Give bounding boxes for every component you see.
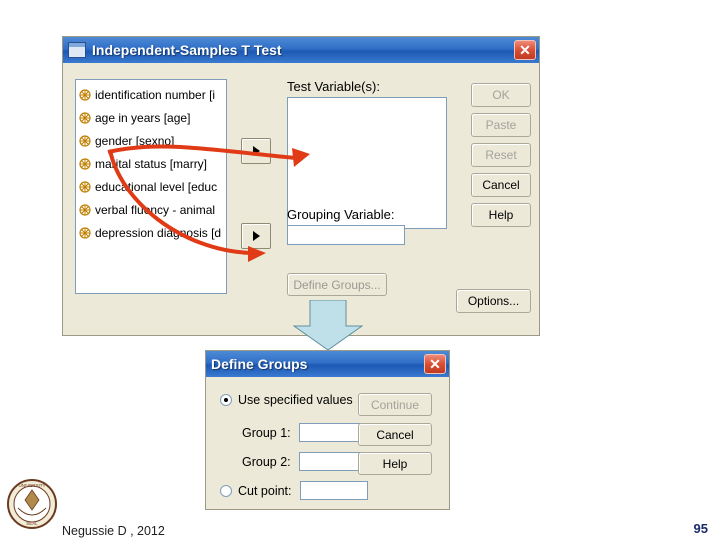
define-groups-titlebar[interactable]: Define Groups ✕ bbox=[206, 351, 449, 377]
scale-variable-icon bbox=[78, 88, 92, 102]
main-dialog-title: Independent-Samples T Test bbox=[92, 42, 282, 58]
list-item-label: depression diagnosis [d bbox=[95, 225, 222, 240]
spss-window-icon bbox=[68, 42, 86, 58]
reset-button[interactable]: Reset bbox=[471, 143, 531, 167]
move-to-test-variables-button[interactable] bbox=[241, 138, 271, 164]
downward-connector-arrow bbox=[292, 300, 364, 351]
scale-variable-icon bbox=[78, 226, 92, 240]
scale-variable-icon bbox=[78, 157, 92, 171]
footer-author: Negussie D , 2012 bbox=[62, 524, 165, 538]
radio-icon bbox=[220, 394, 232, 406]
group2-input[interactable] bbox=[298, 452, 367, 471]
define-groups-button[interactable]: Define Groups... bbox=[287, 273, 387, 296]
list-item[interactable]: verbal fluency - animal bbox=[78, 198, 226, 221]
continue-button[interactable]: Continue bbox=[358, 393, 432, 416]
help-button[interactable]: Help bbox=[358, 452, 432, 475]
cut-point-radio[interactable]: Cut point: bbox=[220, 481, 368, 500]
list-item-label: age in years [age] bbox=[95, 110, 191, 125]
group1-input[interactable] bbox=[298, 423, 367, 442]
university-logo: UNIVERSITY SEAL bbox=[7, 479, 57, 529]
source-variable-list[interactable]: identification number [i age in years [a… bbox=[75, 79, 227, 294]
list-item[interactable]: depression diagnosis [d bbox=[78, 221, 226, 244]
arrow-right-icon bbox=[252, 146, 260, 156]
list-item[interactable]: marital status [marry] bbox=[78, 152, 226, 175]
scale-variable-icon bbox=[78, 111, 92, 125]
paste-button[interactable]: Paste bbox=[471, 113, 531, 137]
list-item[interactable]: age in years [age] bbox=[78, 106, 226, 129]
grouping-variable-label: Grouping Variable: bbox=[287, 207, 395, 222]
svg-text:SEAL: SEAL bbox=[26, 521, 38, 526]
options-button[interactable]: Options... bbox=[456, 289, 531, 313]
list-item[interactable]: educational level [educ bbox=[78, 175, 226, 198]
list-item-label: identification number [i bbox=[95, 87, 216, 102]
list-item-label: verbal fluency - animal bbox=[95, 202, 216, 217]
arrow-right-icon bbox=[252, 231, 260, 241]
radio-icon bbox=[220, 484, 232, 497]
scale-variable-icon bbox=[78, 134, 92, 148]
move-to-grouping-variable-button[interactable] bbox=[241, 223, 271, 249]
cut-point-input[interactable] bbox=[299, 481, 368, 500]
list-item-label: marital status [marry] bbox=[95, 156, 208, 171]
page-number: 95 bbox=[693, 521, 708, 536]
list-item-label: educational level [educ bbox=[95, 179, 218, 194]
scale-variable-icon bbox=[78, 203, 92, 217]
group2-label: Group 2: bbox=[242, 454, 291, 469]
test-variables-label: Test Variable(s): bbox=[287, 79, 380, 94]
scale-variable-icon bbox=[78, 180, 92, 194]
define-groups-dialog: Define Groups ✕ Use specified values Gro… bbox=[205, 350, 450, 510]
cancel-button[interactable]: Cancel bbox=[471, 173, 531, 197]
ok-button[interactable]: OK bbox=[471, 83, 531, 107]
close-icon[interactable]: ✕ bbox=[514, 40, 536, 60]
group2-row: Group 2: bbox=[242, 452, 367, 471]
cut-point-label: Cut point: bbox=[238, 483, 292, 498]
list-item[interactable]: identification number [i bbox=[78, 83, 226, 106]
grouping-variable-input[interactable] bbox=[287, 225, 405, 245]
group1-row: Group 1: bbox=[242, 423, 367, 442]
use-specified-values-label: Use specified values bbox=[238, 393, 353, 407]
cancel-button[interactable]: Cancel bbox=[358, 423, 432, 446]
svg-text:UNIVERSITY: UNIVERSITY bbox=[18, 483, 45, 488]
define-groups-title: Define Groups bbox=[211, 356, 308, 372]
use-specified-values-radio[interactable]: Use specified values bbox=[220, 393, 353, 407]
list-item[interactable]: gender [sexno] bbox=[78, 129, 226, 152]
main-dialog-titlebar[interactable]: Independent-Samples T Test ✕ bbox=[63, 37, 539, 63]
group1-label: Group 1: bbox=[242, 425, 291, 440]
help-button[interactable]: Help bbox=[471, 203, 531, 227]
independent-samples-t-test-dialog: Independent-Samples T Test ✕ identificat… bbox=[62, 36, 540, 336]
close-icon[interactable]: ✕ bbox=[424, 354, 446, 374]
list-item-label: gender [sexno] bbox=[95, 133, 175, 148]
